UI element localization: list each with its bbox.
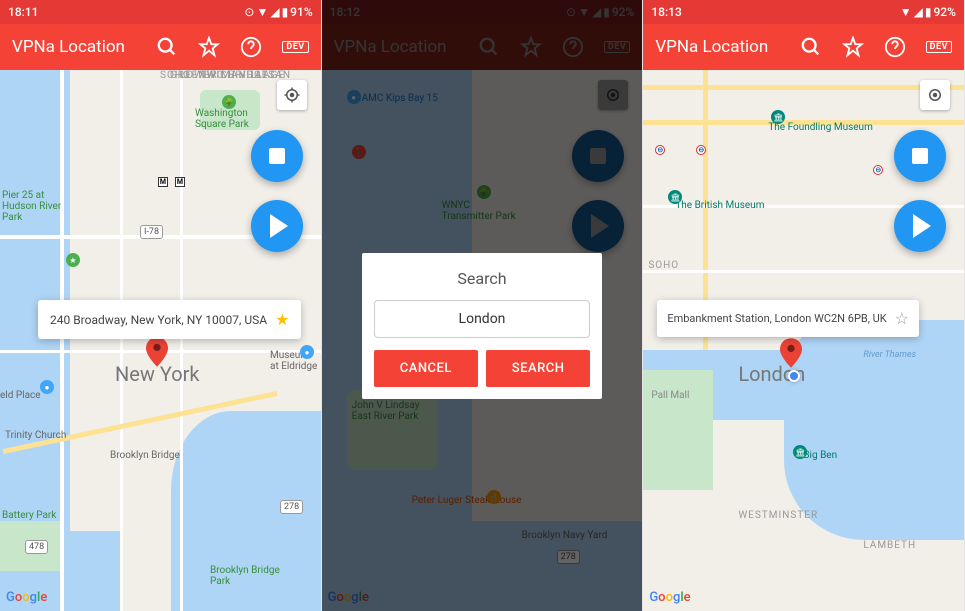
route-shield: 478 bbox=[25, 540, 48, 554]
app-title: VPNa Location bbox=[655, 37, 799, 57]
poi-label: The Foundling Museum bbox=[768, 122, 873, 133]
search-button[interactable]: SEARCH bbox=[486, 350, 590, 387]
status-bar: 18:11 ⊙ ▼ ◢ ▮ 91% bbox=[0, 0, 321, 24]
search-dialog: Search CANCEL SEARCH bbox=[362, 253, 603, 399]
subway-icon: M bbox=[175, 177, 185, 187]
park-poi-icon: ★ bbox=[66, 253, 80, 267]
dev-badge[interactable]: DEV bbox=[926, 41, 952, 53]
battery-text: 91% bbox=[290, 5, 312, 19]
tube-icon: ⊖ bbox=[873, 165, 883, 175]
status-bar: 18:13 ▼ ◢ ▮ 92% bbox=[643, 0, 964, 24]
route-shield: 278 bbox=[280, 500, 303, 514]
location-info-card[interactable]: Embankment Station, London WC2N 6PB, UK … bbox=[657, 300, 919, 337]
poi-label: eld Place bbox=[0, 390, 41, 401]
app-bar: VPNa Location DEV bbox=[643, 24, 964, 70]
wifi-icon: ▼ bbox=[900, 5, 912, 19]
poi-label: Brooklyn Bridge Park bbox=[210, 565, 280, 587]
area-label: SOHO bbox=[648, 260, 679, 271]
poi-label: The British Museum bbox=[675, 200, 764, 211]
screen-newyork: 18:11 ⊙ ▼ ◢ ▮ 91% VPNa Location DEV GREE… bbox=[0, 0, 322, 611]
favorite-icon[interactable] bbox=[198, 36, 220, 58]
poi-label: Pall Mall bbox=[651, 390, 689, 401]
place-poi-icon: ● bbox=[300, 345, 314, 359]
google-logo: Google bbox=[649, 590, 690, 605]
location-address: Embankment Station, London WC2N 6PB, UK bbox=[667, 312, 886, 325]
favorite-icon[interactable] bbox=[842, 36, 864, 58]
star-icon[interactable]: ☆ bbox=[895, 309, 909, 328]
place-poi-icon: ● bbox=[40, 380, 54, 394]
app-bar: VPNa Location DEV bbox=[0, 24, 321, 70]
stop-button[interactable] bbox=[251, 130, 303, 182]
map-pin-icon bbox=[780, 338, 802, 368]
poi-label: Trinity Church bbox=[5, 430, 66, 441]
wifi-icon: ▼ bbox=[256, 5, 268, 19]
status-time: 18:11 bbox=[8, 5, 38, 19]
poi-label: Big Ben bbox=[803, 450, 837, 461]
location-address: 240 Broadway, New York, NY 10007, USA bbox=[50, 313, 267, 327]
map-pin-icon bbox=[146, 337, 168, 367]
signal-icon: ◢ bbox=[270, 5, 279, 19]
help-icon[interactable] bbox=[884, 36, 906, 58]
location-info-card[interactable]: 240 Broadway, New York, NY 10007, USA ★ bbox=[38, 300, 301, 339]
play-button[interactable] bbox=[251, 200, 303, 252]
star-icon[interactable]: ★ bbox=[275, 310, 289, 329]
location-icon: ⊙ bbox=[244, 5, 254, 19]
poi-label: Washington Square Park bbox=[195, 108, 275, 130]
battery-icon: ▮ bbox=[282, 5, 289, 19]
my-location-button[interactable] bbox=[277, 80, 307, 110]
screen-search: 18:12 ⊙ ▼ ◢ ▮ 92% VPNa Location DEV AMC … bbox=[322, 0, 644, 611]
poi-label: Brooklyn Bridge bbox=[110, 450, 180, 461]
area-label: WESTMINSTER bbox=[738, 510, 818, 521]
play-button[interactable] bbox=[894, 200, 946, 252]
status-icons: ⊙ ▼ ◢ ▮ 91% bbox=[244, 5, 312, 19]
my-location-button[interactable] bbox=[920, 80, 950, 110]
screen-london: 18:13 ▼ ◢ ▮ 92% VPNa Location DEV The Fo… bbox=[643, 0, 965, 611]
area-label: LAMBETH bbox=[863, 540, 916, 551]
tube-icon: ⊖ bbox=[655, 145, 665, 155]
search-icon[interactable] bbox=[156, 36, 178, 58]
battery-text: 92% bbox=[933, 5, 955, 19]
poi-label: Battery Park bbox=[2, 510, 56, 521]
search-icon[interactable] bbox=[800, 36, 822, 58]
park-poi-icon: 🌳 bbox=[222, 95, 236, 109]
signal-icon: ◢ bbox=[914, 5, 923, 19]
help-icon[interactable] bbox=[240, 36, 262, 58]
area-label: TWO BRIDGES bbox=[200, 70, 275, 81]
status-icons: ▼ ◢ ▮ 92% bbox=[900, 5, 956, 19]
poi-label: Pier 25 at Hudson River Park bbox=[2, 190, 62, 223]
app-title: VPNa Location bbox=[12, 37, 156, 57]
cancel-button[interactable]: CANCEL bbox=[374, 350, 478, 387]
route-shield: I-78 bbox=[140, 225, 163, 239]
dialog-title: Search bbox=[374, 269, 591, 288]
stop-button[interactable] bbox=[894, 130, 946, 182]
status-time: 18:13 bbox=[651, 5, 681, 19]
dev-badge[interactable]: DEV bbox=[282, 41, 308, 53]
subway-icon: M bbox=[158, 177, 168, 187]
search-input[interactable] bbox=[374, 300, 591, 338]
battery-icon: ▮ bbox=[925, 5, 932, 19]
river-label: River Thames bbox=[863, 350, 916, 360]
google-logo: Google bbox=[6, 590, 47, 605]
